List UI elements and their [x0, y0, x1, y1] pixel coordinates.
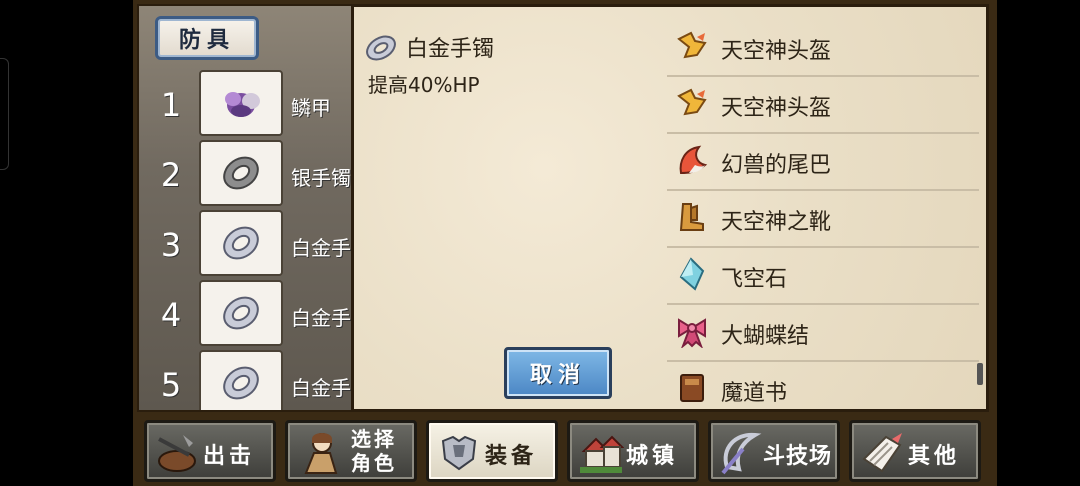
list-item-label: 天空神头盔 [721, 39, 832, 64]
slot-item-name: 白金手 [291, 376, 351, 400]
nav-label: 出击 [203, 444, 256, 469]
slot-row-1[interactable]: 1 鳞甲 [139, 70, 355, 138]
list-item[interactable]: 天空神头盔 [667, 21, 979, 77]
slot-item-name: 银手镯 [291, 166, 351, 190]
item-detail-panel: 白金手镯 提高40%HP 取消 天空神头盔 天空神头盔 幻兽的尾巴 天空神之靴 … [351, 4, 989, 412]
nav-label: 装备 [485, 444, 538, 469]
nav-label: 城镇 [626, 444, 679, 469]
list-item-label: 天空神头盔 [721, 96, 832, 121]
slot-number: 1 [160, 86, 182, 124]
list-item[interactable]: 魔道书 [667, 363, 979, 419]
bracelet-icon [223, 366, 259, 400]
book-icon [680, 374, 704, 402]
slot-number: 2 [160, 156, 182, 194]
helmet-icon [677, 31, 707, 59]
helmet-icon [677, 88, 707, 116]
other-icon [862, 433, 902, 473]
slot-box[interactable] [199, 350, 283, 410]
crystal-icon [679, 257, 705, 291]
nav-sortie-button[interactable]: 出击 [144, 420, 276, 482]
slot-box[interactable] [199, 280, 283, 346]
slot-row-5[interactable]: 5 白金手 [139, 350, 355, 410]
slot-item-name: 白金手 [291, 236, 351, 260]
cancel-button[interactable]: 取消 [504, 347, 612, 399]
nav-character-button[interactable]: 选择 角色 [285, 420, 417, 482]
nav-other-button[interactable]: 其他 [849, 420, 981, 482]
nav-arena-button[interactable]: 斗技场 [708, 420, 840, 482]
slot-box[interactable] [199, 140, 283, 206]
nav-label-line2: 角色 [351, 451, 397, 475]
ribbon-icon [678, 318, 706, 348]
nav-label: 其他 [908, 444, 961, 469]
slot-row-4[interactable]: 4 白金手 [139, 280, 355, 348]
sortie-icon [158, 435, 196, 472]
slot-number: 3 [160, 226, 182, 264]
category-tab-armor[interactable]: 防具 [155, 16, 259, 60]
tail-icon [679, 145, 708, 175]
list-item[interactable]: 幻兽的尾巴 [667, 135, 979, 191]
bracelet-icon [366, 35, 396, 61]
arena-icon [721, 432, 762, 475]
slot-number: 5 [160, 366, 182, 404]
bracelet-icon [223, 156, 259, 190]
bottom-nav-bar: 出击 选择 角色 装备 城镇 斗技场 其他 [137, 412, 989, 486]
nav-town-button[interactable]: 城镇 [567, 420, 699, 482]
scale-armor-icon [225, 92, 260, 117]
slot-box[interactable] [199, 210, 283, 276]
nav-label: 斗技场 [763, 444, 833, 469]
town-icon [580, 435, 624, 473]
nav-label: 选择 角色 [344, 427, 404, 475]
list-item[interactable]: 天空神之靴 [667, 192, 979, 248]
bracelet-icon [223, 226, 259, 260]
equipment-slots-panel: 防具 1 鳞甲 2 银手镯 3 白金手 4 白金手 5 白金手 [137, 4, 357, 412]
slot-item-name: 鳞甲 [291, 96, 331, 120]
slot-row-2[interactable]: 2 银手镯 [139, 140, 355, 208]
boots-icon [679, 203, 704, 231]
bracelet-icon [223, 296, 259, 330]
list-item-label: 飞空石 [721, 267, 788, 292]
list-item[interactable]: 天空神头盔 [667, 78, 979, 134]
list-item-label: 魔道书 [721, 381, 788, 406]
slot-number: 4 [160, 296, 182, 334]
slot-box[interactable] [199, 70, 283, 136]
item-description: 提高40%HP [368, 73, 480, 97]
slot-item-name: 白金手 [291, 306, 351, 330]
list-item-label: 幻兽的尾巴 [721, 153, 832, 178]
slot-row-3[interactable]: 3 白金手 [139, 210, 355, 278]
nav-label-line1: 选择 [351, 427, 397, 451]
item-name: 白金手镯 [406, 37, 495, 62]
list-item-label: 天空神之靴 [721, 210, 832, 235]
list-scrollbar[interactable] [977, 363, 983, 385]
list-item[interactable]: 飞空石 [667, 249, 979, 305]
character-icon [304, 433, 338, 474]
list-item[interactable]: 大蝴蝶结 [667, 306, 979, 362]
armor-icon [441, 435, 477, 471]
nav-equipment-button[interactable]: 装备 [426, 420, 558, 482]
list-item-label: 大蝴蝶结 [721, 324, 810, 349]
left-edge-bracket [0, 58, 9, 170]
